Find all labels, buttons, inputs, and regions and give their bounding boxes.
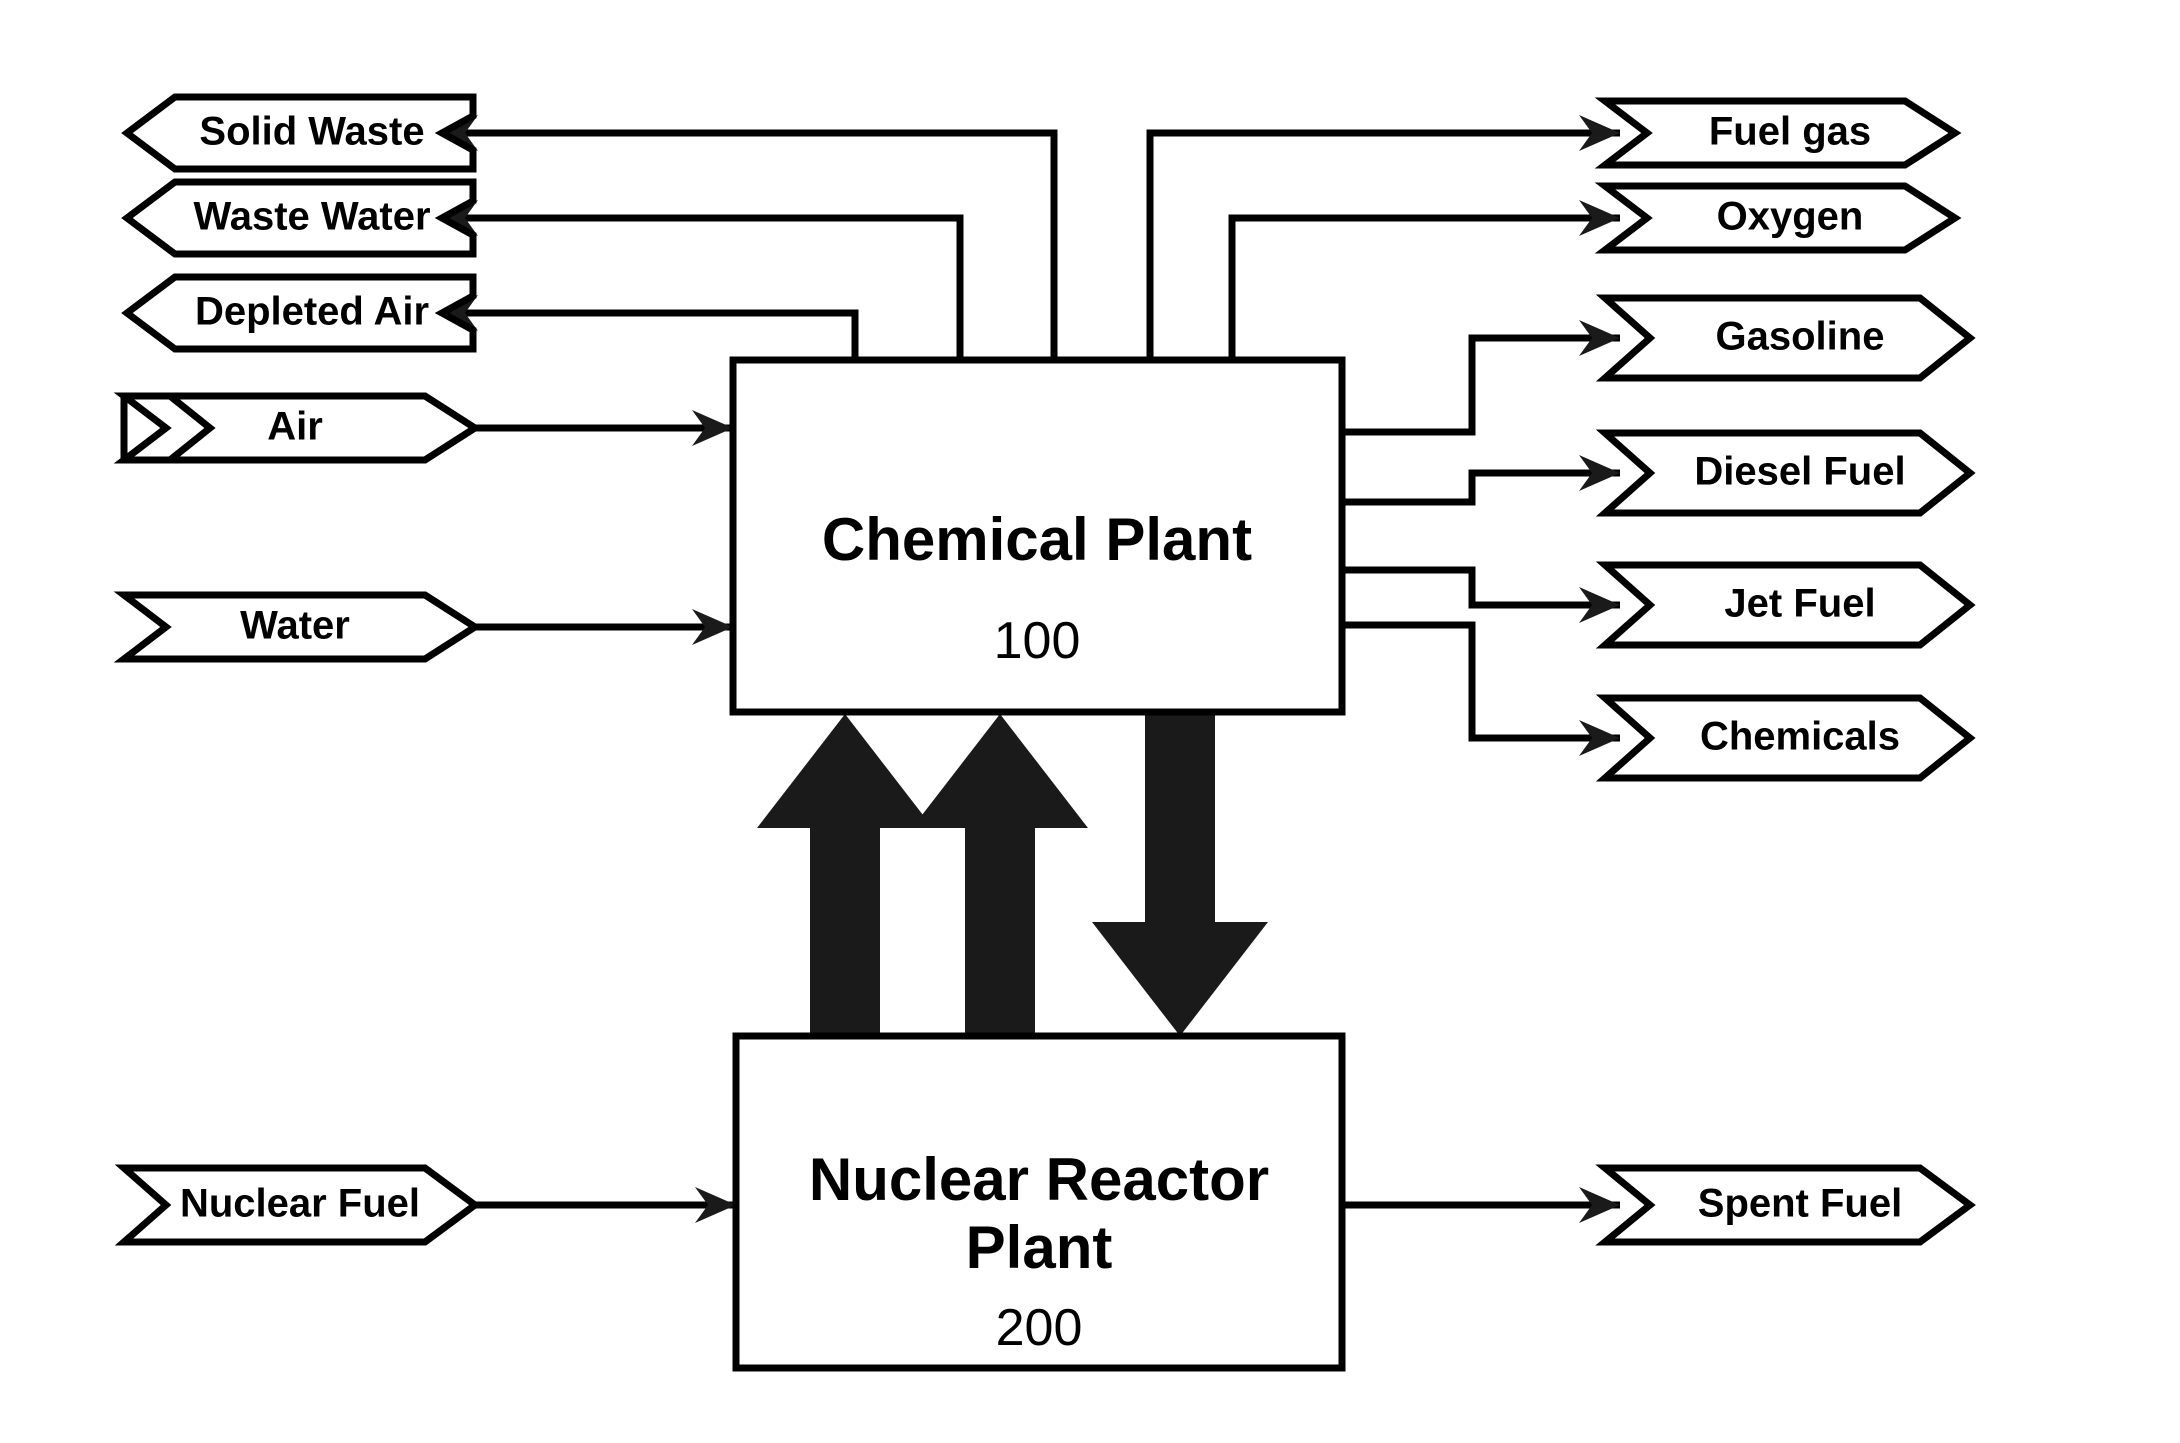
banner-oxygen[interactable]: Oxygen (1594, 182, 1962, 254)
banner-spent-fuel[interactable]: Spent Fuel (1595, 1164, 1976, 1246)
connector-depleted-air (437, 309, 859, 360)
connector-jet-fuel (1342, 566, 1620, 609)
connector-waste-water (437, 214, 964, 360)
banner-oxygen-label: Oxygen (1717, 195, 1864, 239)
chemical-plant-title: Chemical Plant (822, 506, 1252, 573)
banner-solid-waste[interactable]: Solid Waste (121, 93, 477, 173)
block-nuclear-reactor-plant[interactable]: Nuclear Reactor Plant 200 (732, 1032, 1346, 1372)
flow-diagram-canvas: Solid Waste Waste Water Depleted Air Air… (113, 93, 1976, 1372)
banner-air-label: Air (267, 405, 323, 449)
nuclear-reactor-plant-number: 200 (996, 1299, 1083, 1357)
banner-jet-fuel[interactable]: Jet Fuel (1595, 561, 1976, 649)
connector-diesel-fuel (1342, 469, 1620, 506)
banner-solid-waste-label: Solid Waste (199, 110, 424, 154)
banner-waste-water[interactable]: Waste Water (121, 178, 477, 258)
banner-nuclear-fuel[interactable]: Nuclear Fuel (114, 1164, 481, 1246)
banner-fuel-gas[interactable]: Fuel gas (1594, 97, 1962, 169)
connector-fuel-gas (1146, 129, 1620, 360)
banner-chemicals[interactable]: Chemicals (1595, 694, 1976, 782)
banner-depleted-air[interactable]: Depleted Air (121, 273, 477, 353)
interplant-arrow-up-right (912, 714, 1088, 1036)
block-chemical-plant[interactable]: Chemical Plant 100 (729, 356, 1346, 716)
banner-gasoline[interactable]: Gasoline (1595, 294, 1976, 382)
nuclear-reactor-plant-title-line1: Nuclear Reactor (809, 1146, 1269, 1213)
interplant-arrow-up-left (757, 714, 933, 1036)
process-flow-diagram: Solid Waste Waste Water Depleted Air Air… (0, 0, 2180, 1443)
banner-nuclear-fuel-label: Nuclear Fuel (180, 1182, 420, 1226)
banner-water-label: Water (240, 604, 350, 648)
banner-diesel-fuel-label: Diesel Fuel (1694, 450, 1905, 494)
banner-diesel-fuel[interactable]: Diesel Fuel (1595, 429, 1976, 517)
banner-chemicals-label: Chemicals (1700, 715, 1900, 759)
chemical-plant-number: 100 (994, 612, 1081, 670)
nuclear-reactor-plant-title-line2: Plant (966, 1214, 1113, 1281)
connector-gasoline (1342, 334, 1620, 436)
banner-spent-fuel-label: Spent Fuel (1698, 1182, 1902, 1226)
interplant-arrow-down (1092, 714, 1268, 1036)
banner-air[interactable]: Air (113, 392, 482, 464)
connector-chemicals (1342, 621, 1620, 742)
banner-water[interactable]: Water (113, 591, 482, 663)
banner-fuel-gas-label: Fuel gas (1709, 110, 1871, 154)
banner-waste-water-label: Waste Water (193, 195, 430, 239)
banner-gasoline-label: Gasoline (1716, 315, 1885, 359)
banner-depleted-air-label: Depleted Air (195, 290, 429, 334)
banner-jet-fuel-label: Jet Fuel (1724, 582, 1875, 626)
